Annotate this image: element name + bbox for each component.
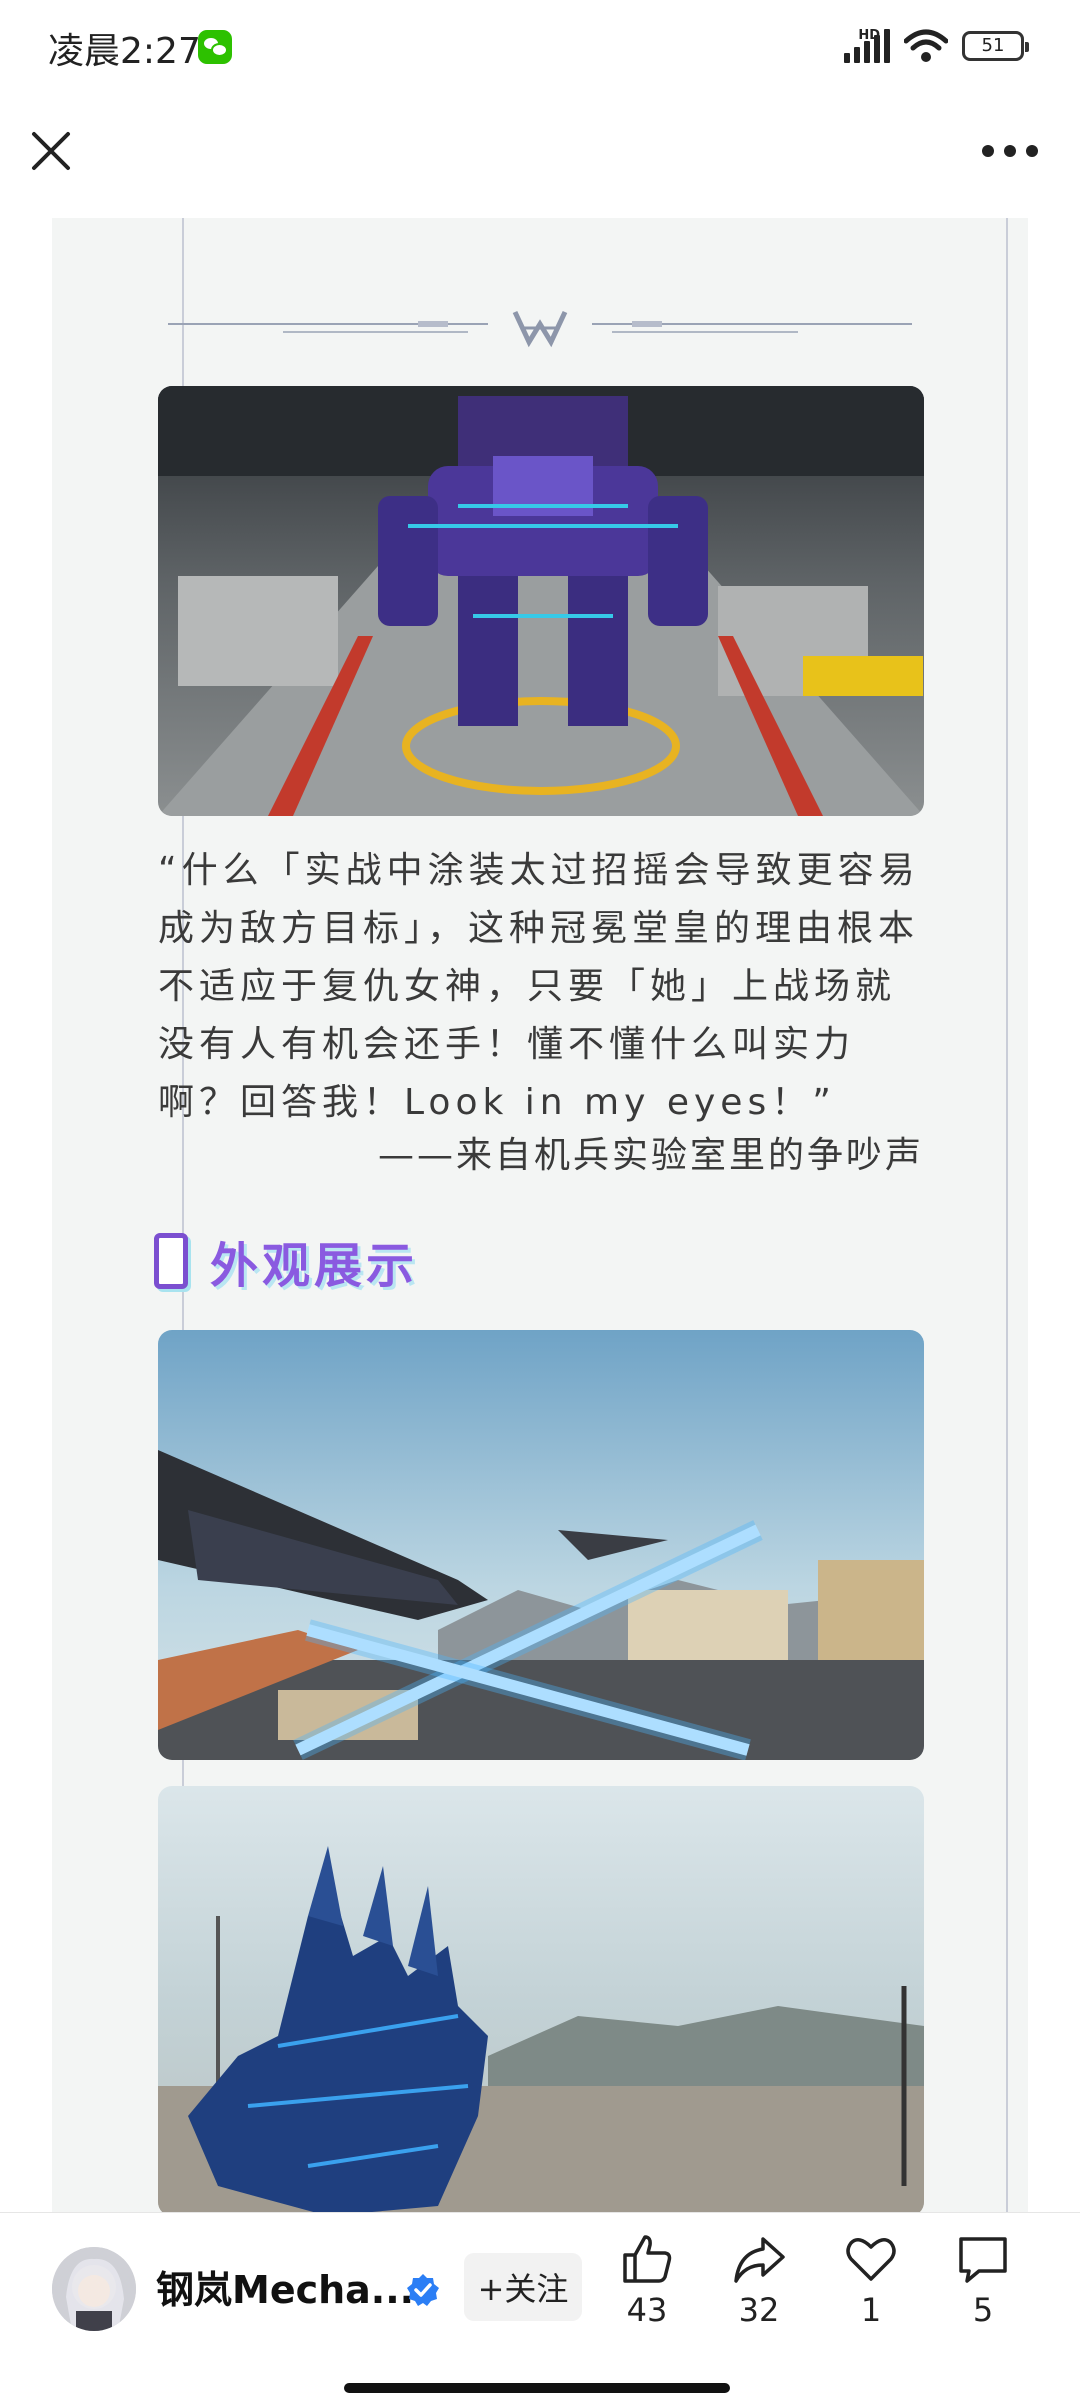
article-view: “什么「实战中涂装太过招摇会导致更容易成为敌方目标」，这种冠冕堂皇的理由根本不适…	[0, 218, 1080, 2212]
verified-badge-icon	[407, 2274, 439, 2306]
heart-icon	[846, 2238, 896, 2281]
status-time: 凌晨2:27	[48, 31, 201, 72]
author-name[interactable]: 钢岚Mecha...	[156, 2259, 414, 2314]
wifi-icon	[904, 29, 948, 62]
follow-button[interactable]: +关注	[464, 2253, 582, 2321]
home-indicator[interactable]	[344, 2383, 730, 2393]
section-divider	[168, 310, 912, 348]
blade-showcase-image[interactable]	[158, 1330, 924, 1760]
favorite-button[interactable]: 1	[826, 2231, 916, 2329]
share-count: 32	[738, 2291, 780, 2329]
wechat-icon	[198, 30, 232, 64]
thumbs-up-icon	[623, 2235, 672, 2283]
section-heading: 外观展示	[154, 1226, 418, 1296]
comment-count: 5	[972, 2291, 994, 2329]
like-button[interactable]: 43	[602, 2231, 692, 2329]
share-arrow-icon	[734, 2237, 785, 2283]
signal-icon	[844, 29, 890, 63]
bottom-action-bar: 钢岚Mecha... +关注 43 32 1 5	[0, 2212, 1080, 2402]
status-bar: 凌晨2:27 HD 51	[0, 0, 1080, 96]
mech-field-image[interactable]	[158, 1786, 924, 2212]
author-avatar[interactable]	[52, 2247, 136, 2331]
section-title: 外观展示	[210, 1238, 419, 1294]
battery-icon: 51	[962, 31, 1029, 61]
quote-text: “什么「实战中涂装太过招摇会导致更容易成为敌方目标」，这种冠冕堂皇的理由根本不适…	[158, 850, 920, 1123]
comment-button[interactable]: 5	[938, 2231, 1028, 2329]
more-options-icon[interactable]	[982, 140, 1040, 162]
section-marker-icon	[154, 1233, 188, 1289]
share-button[interactable]: 32	[714, 2231, 804, 2329]
top-nav	[0, 96, 1080, 219]
favorite-count: 1	[860, 2291, 882, 2329]
mech-hangar-image[interactable]	[158, 386, 924, 816]
like-count: 43	[626, 2291, 668, 2329]
comment-bubble-icon	[959, 2237, 1007, 2283]
quote-attribution: ——来自机兵实验室里的争吵声	[377, 1135, 924, 1176]
close-icon[interactable]	[26, 126, 76, 176]
